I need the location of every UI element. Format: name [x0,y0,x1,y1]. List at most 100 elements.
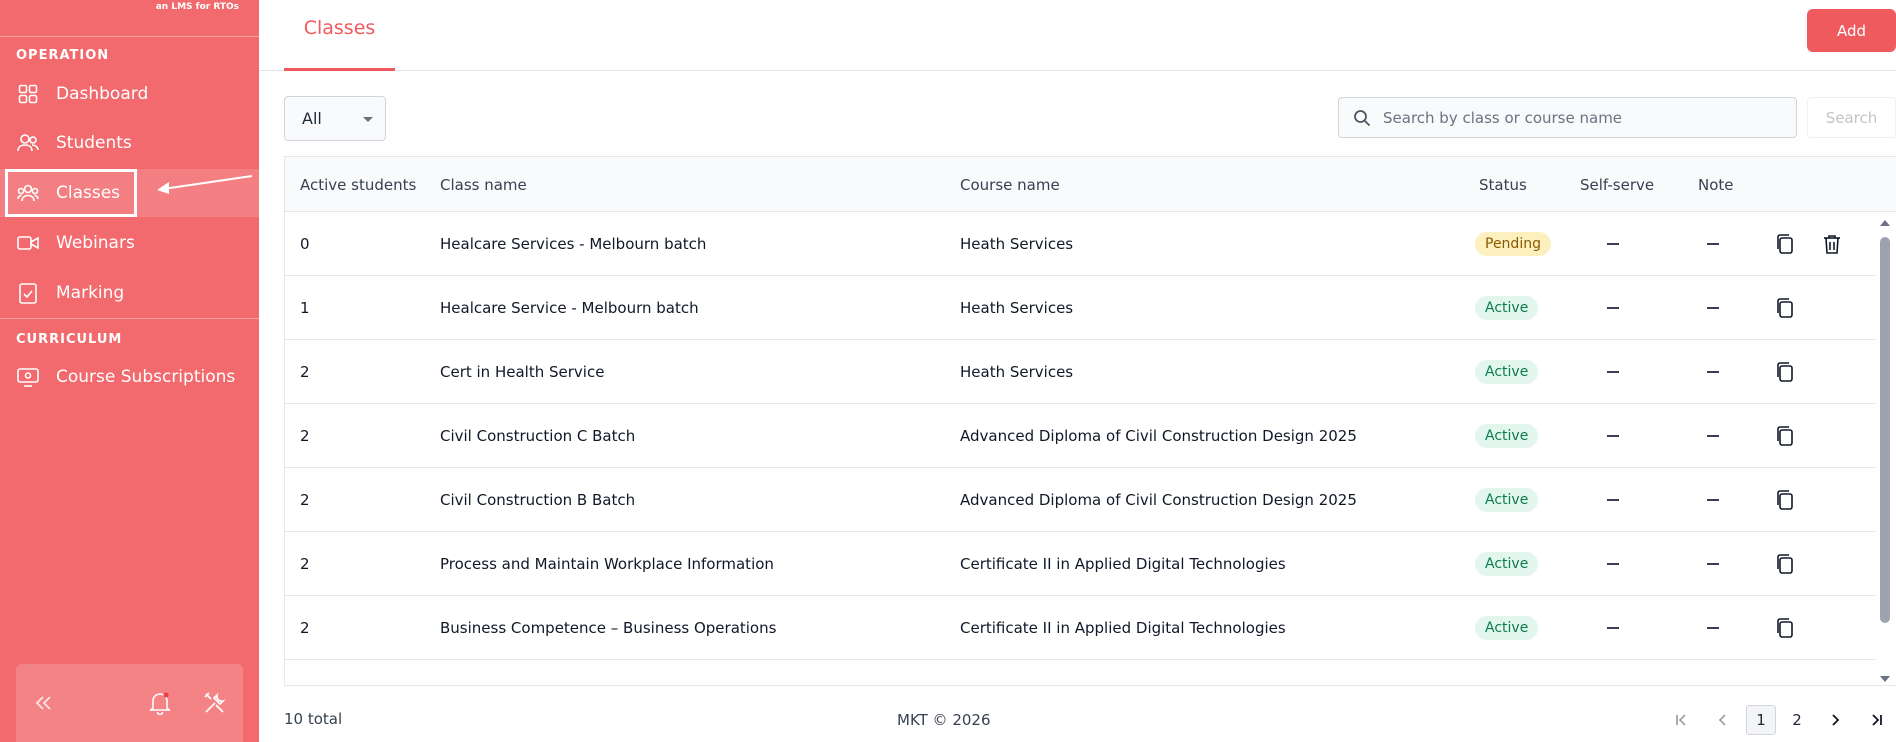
empty-dash-icon [1607,371,1619,373]
sidebar-item-marking[interactable]: Marking [0,269,259,317]
note-cell [1707,468,1719,532]
last-page-button[interactable] [1862,705,1892,735]
table-scrollbar[interactable] [1876,215,1894,685]
self-serve-cell [1607,276,1619,340]
active-students-cell: 2 [300,619,310,637]
note-cell [1707,212,1719,276]
note-cell [1707,340,1719,404]
class-name-cell: Healcare Services - Melbourn batch [440,235,707,253]
sidebar-footer [16,664,243,742]
table-row[interactable]: 2 Cert in Health Service Heath Services Act… [285,340,1875,404]
empty-dash-icon [1707,307,1719,309]
highlight-box [5,169,137,217]
video-icon [16,231,40,255]
course-name-cell: Heath Services [960,235,1074,253]
collapse-sidebar-button[interactable] [30,690,56,716]
copy-icon[interactable] [1772,423,1798,449]
sidebar-item-label: Webinars [56,233,135,253]
prev-page-button[interactable] [1708,705,1738,735]
class-name-cell: Business Competence – Business Operation… [440,619,777,637]
copy-icon[interactable] [1772,551,1798,577]
column-header-self-serve: Self-serve [1580,175,1655,194]
status-cell: Active [1475,596,1539,660]
status-badge: Active [1475,296,1539,320]
empty-dash-icon [1607,243,1619,245]
chevron-left-icon [1718,714,1726,726]
table-row[interactable]: 0 Healcare Services - Melbourn batch Heath… [285,212,1875,276]
class-name-cell: Process and Maintain Workplace Informati… [440,555,774,573]
course-name-cell: Certificate II in Applied Digital Techno… [960,619,1286,637]
note-cell [1707,596,1719,660]
app-root: an LMS for RTOs OPERATION Dashboard Stud… [0,0,1896,742]
scroll-down-icon [1880,676,1890,682]
classes-table: Active students Class name Course name S… [284,156,1896,686]
sidebar-item-students[interactable]: Students [0,119,259,167]
table-header: Active students Class name Course name S… [285,157,1896,212]
settings-button[interactable] [202,690,228,716]
table-row[interactable]: 2 Process and Maintain Workplace Informat… [285,532,1875,596]
sidebar: an LMS for RTOs OPERATION Dashboard Stud… [0,0,259,742]
actions-cell [1772,212,1845,276]
arrow-annotation-icon [157,175,253,194]
copy-icon[interactable] [1772,231,1798,257]
first-page-icon [1676,714,1686,726]
total-count: 10 total [284,710,343,728]
self-serve-cell [1607,596,1619,660]
search-input[interactable] [1383,108,1783,127]
page-1-button[interactable]: 1 [1746,705,1776,735]
table-body: 0 Healcare Services - Melbourn batch Heath… [285,212,1875,660]
clipboard-check-icon [16,281,40,305]
sidebar-divider [0,36,259,37]
notifications-button[interactable] [147,690,173,716]
sidebar-divider [0,318,259,319]
page-2-button[interactable]: 2 [1782,705,1812,735]
search-button[interactable]: Search [1807,97,1896,138]
empty-dash-icon [1607,307,1619,309]
copy-icon[interactable] [1772,487,1798,513]
course-name-cell: Certificate II in Applied Digital Techno… [960,555,1286,573]
table-row[interactable]: 2 Civil Construction C Batch Advanced Dipl… [285,404,1875,468]
table-row[interactable]: 2 Business Competence – Business Operatio… [285,596,1875,660]
sidebar-item-label: Dashboard [56,84,149,104]
actions-cell [1772,340,1798,404]
class-name-cell: Civil Construction C Batch [440,427,636,445]
section-label-operation: OPERATION [16,48,110,63]
course-name-cell: Heath Services [960,299,1074,317]
active-students-cell: 2 [300,555,310,573]
status-badge: Pending [1475,232,1551,256]
first-page-button[interactable] [1666,705,1696,735]
empty-dash-icon [1707,627,1719,629]
note-cell [1707,404,1719,468]
empty-dash-icon [1607,435,1619,437]
add-button[interactable]: Add [1807,9,1896,52]
search-field[interactable] [1338,97,1797,138]
copyright: MKT © 2026 [897,711,991,729]
status-badge: Active [1475,488,1539,512]
sidebar-item-dashboard[interactable]: Dashboard [0,70,259,118]
copy-icon[interactable] [1772,615,1798,641]
search-icon [1354,109,1371,126]
table-row[interactable]: 1 Healcare Service - Melbourn batch Heath … [285,276,1875,340]
sidebar-item-course-subscriptions[interactable]: Course Subscriptions [0,353,259,401]
column-header-class-name: Class name [440,175,527,194]
actions-cell [1772,404,1798,468]
column-header-course-name: Course name [960,175,1060,194]
scroll-thumb[interactable] [1880,237,1890,623]
trash-icon[interactable] [1819,231,1845,257]
next-page-button[interactable] [1820,705,1850,735]
empty-dash-icon [1707,435,1719,437]
sidebar-item-webinars[interactable]: Webinars [0,219,259,267]
copy-icon[interactable] [1772,359,1798,385]
column-header-status: Status [1479,175,1527,194]
copy-icon[interactable] [1772,295,1798,321]
empty-dash-icon [1707,243,1719,245]
status-cell: Active [1475,404,1539,468]
grid-icon [16,82,40,106]
monitor-icon [16,365,40,389]
self-serve-cell [1607,340,1619,404]
column-header-active-students: Active students [300,175,417,194]
status-filter-select[interactable]: All [284,96,386,141]
sidebar-item-label: Students [56,133,132,153]
table-row[interactable]: 2 Civil Construction B Batch Advanced Dipl… [285,468,1875,532]
tab-classes[interactable]: Classes [284,0,395,71]
